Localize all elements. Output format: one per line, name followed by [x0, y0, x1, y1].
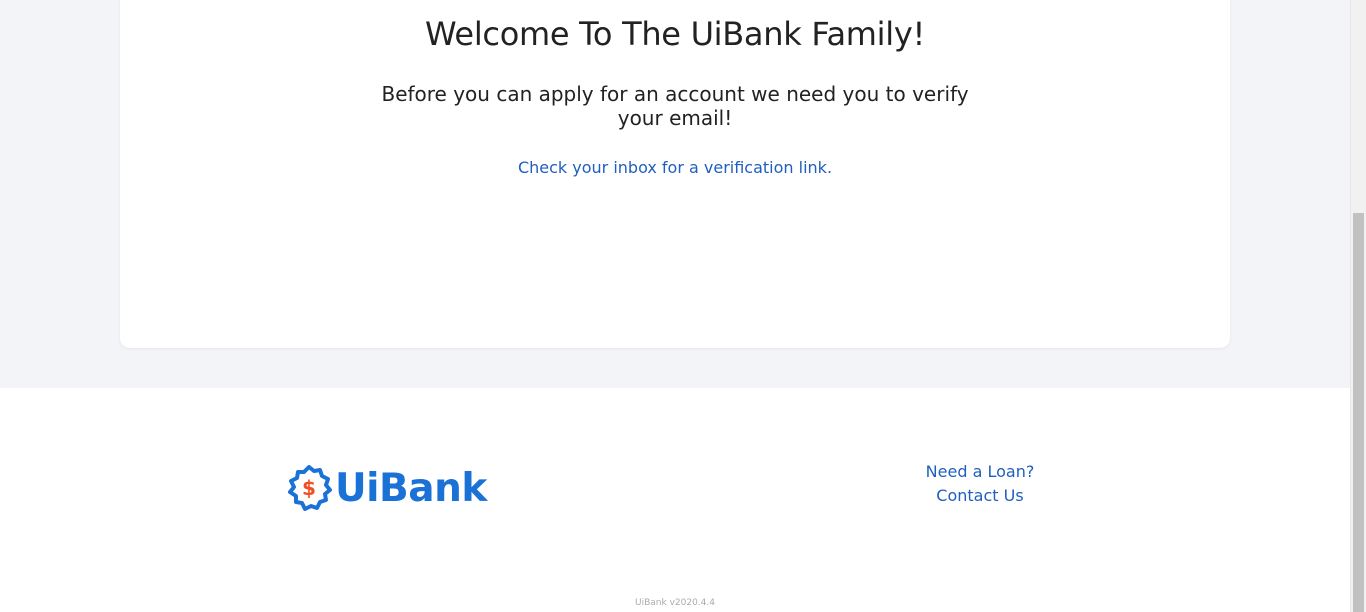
- uibank-logo[interactable]: $ UiBank: [286, 464, 487, 512]
- dollar-badge-icon: $: [288, 465, 332, 511]
- welcome-card: Welcome To The UiBank Family! Before you…: [120, 0, 1230, 348]
- verify-email-message: Before you can apply for an account we n…: [381, 82, 969, 130]
- vertical-scrollbar[interactable]: [1350, 0, 1366, 612]
- footer-links: Need a Loan? Contact Us: [900, 460, 1060, 508]
- main-content: Welcome To The UiBank Family! Before you…: [0, 0, 1350, 388]
- page-title: Welcome To The UiBank Family!: [424, 15, 926, 53]
- scrollbar-thumb[interactable]: [1353, 213, 1364, 612]
- verification-link-note: Check your inbox for a verification link…: [517, 158, 833, 177]
- logo-text: UiBank: [335, 465, 487, 511]
- version-label: UiBank v2020.4.4: [635, 598, 715, 608]
- logo-symbol: $: [302, 476, 316, 500]
- contact-us-link[interactable]: Contact Us: [900, 484, 1060, 508]
- need-a-loan-link[interactable]: Need a Loan?: [900, 460, 1060, 484]
- footer: $ UiBank Need a Loan? Contact Us UiBank …: [0, 388, 1350, 612]
